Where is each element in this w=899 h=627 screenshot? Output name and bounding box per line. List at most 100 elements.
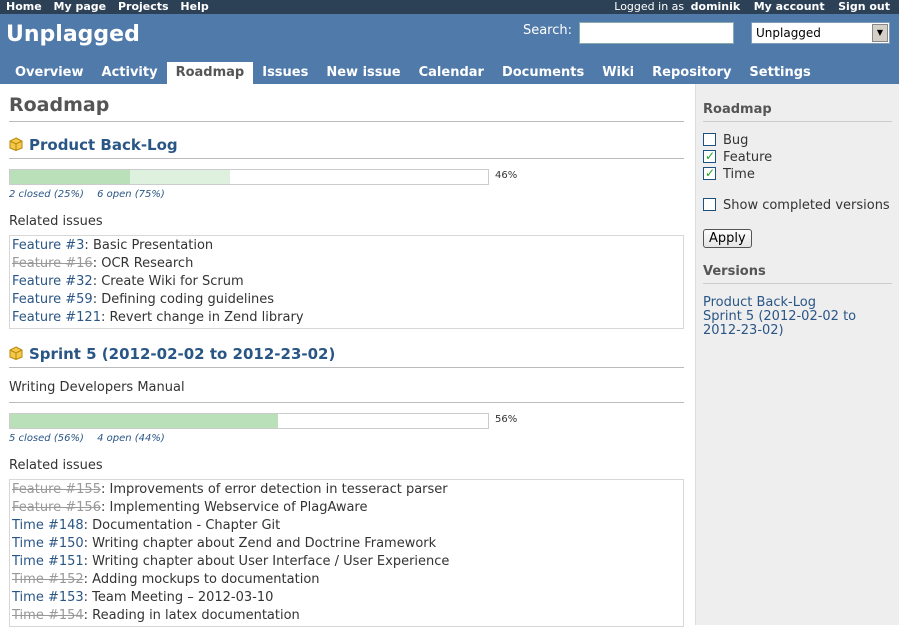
issue-subject: Documentation - Chapter Git	[92, 518, 281, 533]
tab-repository[interactable]: Repository	[643, 62, 740, 84]
issue-row: Time #154: Reading in latex documentatio…	[12, 607, 681, 625]
tab-settings[interactable]: Settings	[740, 62, 819, 84]
progress-closed	[10, 170, 130, 184]
tracker-filter-bug[interactable]: Bug	[703, 132, 892, 149]
tab-activity[interactable]: Activity	[93, 62, 167, 84]
issue-subject: Implementing Webservice of PlagAware	[109, 500, 368, 515]
issue-row: Feature #121: Revert change in Zend libr…	[12, 309, 681, 327]
issue-row: Time #152: Adding mockups to documentati…	[12, 571, 681, 589]
issue-link[interactable]: Feature #121	[12, 310, 101, 325]
issue-link[interactable]: Time #148	[12, 518, 84, 533]
tab-documents[interactable]: Documents	[493, 62, 593, 84]
related-issues-label: Related issues	[9, 214, 103, 229]
issue-separator: :	[92, 274, 102, 289]
top-link-projects[interactable]: Projects	[118, 0, 169, 13]
issue-link[interactable]: Time #154	[12, 608, 84, 623]
issue-row: Feature #59: Defining coding guidelines	[12, 291, 681, 309]
page-title: Roadmap	[9, 94, 684, 122]
closed-count: 5 closed	[9, 433, 51, 444]
issue-link[interactable]: Time #153	[12, 590, 84, 605]
tab-roadmap[interactable]: Roadmap	[166, 62, 254, 84]
open-percent: (75%)	[134, 189, 165, 200]
related-issues-list: Feature #155: Improvements of error dete…	[9, 479, 684, 627]
issue-row: Feature #3: Basic Presentation	[12, 237, 681, 255]
open-issues-link[interactable]: 6 open (75%)	[97, 189, 165, 200]
tab-new-issue[interactable]: New issue	[317, 62, 409, 84]
issue-row: Feature #32: Create Wiki for Scrum	[12, 273, 681, 291]
issue-subject: Defining coding guidelines	[101, 292, 275, 307]
package-icon	[9, 137, 23, 151]
tracker-label: Feature	[723, 150, 773, 165]
closed-issues-link[interactable]: 2 closed (25%)	[9, 189, 84, 200]
tracker-filter-feature[interactable]: Feature	[703, 148, 892, 166]
issue-row: Feature #16: OCR Research	[12, 255, 681, 273]
issue-link[interactable]: Feature #32	[12, 274, 93, 289]
issue-row: Time #151: Writing chapter about User In…	[12, 553, 681, 571]
logged-in-user[interactable]: dominik	[691, 0, 741, 13]
version-heading: Sprint 5 (2012-02-02 to 2012-23-02)	[9, 345, 684, 368]
checkbox[interactable]	[703, 133, 716, 146]
version-stats: 2 closed (25%) 6 open (75%)	[9, 189, 686, 200]
issue-link[interactable]: Feature #16	[12, 256, 93, 271]
version-link[interactable]: Product Back-Log	[29, 136, 178, 154]
main-menu: Overview Activity Roadmap Issues New issue Ca…	[6, 62, 820, 84]
tracker-label: Bug	[723, 133, 749, 148]
issue-row: Time #148: Documentation - Chapter Git	[12, 517, 681, 535]
issue-separator: :	[83, 554, 93, 569]
issue-subject: OCR Research	[101, 256, 194, 271]
issue-link[interactable]: Feature #156	[12, 500, 101, 515]
issue-link[interactable]: Feature #3	[12, 238, 84, 253]
show-completed-versions[interactable]: Show completed versions	[703, 197, 892, 214]
checkbox[interactable]	[703, 165, 716, 182]
top-link-my-page[interactable]: My page	[54, 0, 107, 13]
progress-percent: 56%	[495, 414, 518, 425]
checkbox[interactable]	[703, 148, 716, 165]
tab-calendar[interactable]: Calendar	[410, 62, 493, 84]
issue-link[interactable]: Feature #155	[12, 482, 101, 497]
open-percent: (44%)	[134, 433, 165, 444]
sign-out-link[interactable]: Sign out	[838, 0, 890, 13]
sidebar-version-link[interactable]: Product Back-Log	[703, 296, 892, 310]
issue-link[interactable]: Feature #59	[12, 292, 93, 307]
top-link-home[interactable]: Home	[6, 0, 42, 13]
issue-subject: Writing chapter about Zend and Doctrine …	[92, 536, 437, 551]
closed-issues-link[interactable]: 5 closed (56%)	[9, 433, 84, 444]
open-issues-link[interactable]: 4 open (44%)	[97, 433, 165, 444]
issue-link[interactable]: Time #152	[12, 572, 84, 587]
tab-wiki[interactable]: Wiki	[593, 62, 643, 84]
issue-separator: :	[83, 518, 93, 533]
issue-separator: :	[84, 238, 93, 253]
version-link[interactable]: Sprint 5 (2012-02-02 to 2012-23-02)	[29, 345, 335, 363]
issue-link[interactable]: Time #150	[12, 536, 84, 551]
project-title: Unplagged	[6, 22, 140, 47]
tab-overview[interactable]: Overview	[6, 62, 93, 84]
top-link-help[interactable]: Help	[180, 0, 208, 13]
apply-button[interactable]: Apply	[703, 229, 752, 248]
checkbox[interactable]	[703, 198, 716, 211]
search-input[interactable]	[579, 22, 734, 44]
closed-count: 2 closed	[9, 189, 51, 200]
issue-link[interactable]: Time #151	[12, 554, 84, 569]
issue-separator: :	[83, 590, 93, 605]
version-description: Writing Developers Manual	[9, 380, 684, 403]
project-jump-select[interactable]: Unplagged ▼	[751, 22, 890, 44]
issue-row: Feature #156: Implementing Webservice of…	[12, 499, 681, 517]
progress-row: 46%	[9, 165, 686, 185]
my-account-link[interactable]: My account	[754, 0, 825, 13]
issue-subject: Reading in latex documentation	[92, 608, 300, 623]
issue-row: Time #153: Team Meeting – 2012-03-10	[12, 589, 681, 607]
closed-percent: (25%)	[53, 189, 84, 200]
tracker-filter-time[interactable]: Time	[703, 165, 892, 183]
issue-subject: Basic Presentation	[92, 238, 214, 253]
progress-closed	[10, 414, 278, 428]
logged-in-prefix: Logged in as	[614, 0, 685, 13]
sidebar-version-link[interactable]: Sprint 5 (2012-02-02 to 2012-23-02)	[703, 310, 892, 338]
tab-issues[interactable]: Issues	[253, 62, 317, 84]
top-menu: Home My page Projects Help Logged in as …	[0, 0, 899, 14]
chevron-down-icon[interactable]: ▼	[872, 24, 888, 42]
issue-separator: :	[83, 536, 93, 551]
issue-separator: :	[83, 572, 93, 587]
sidebar-roadmap-title: Roadmap	[703, 102, 892, 122]
issue-separator: :	[92, 292, 102, 307]
search-label: Search:	[522, 23, 572, 38]
